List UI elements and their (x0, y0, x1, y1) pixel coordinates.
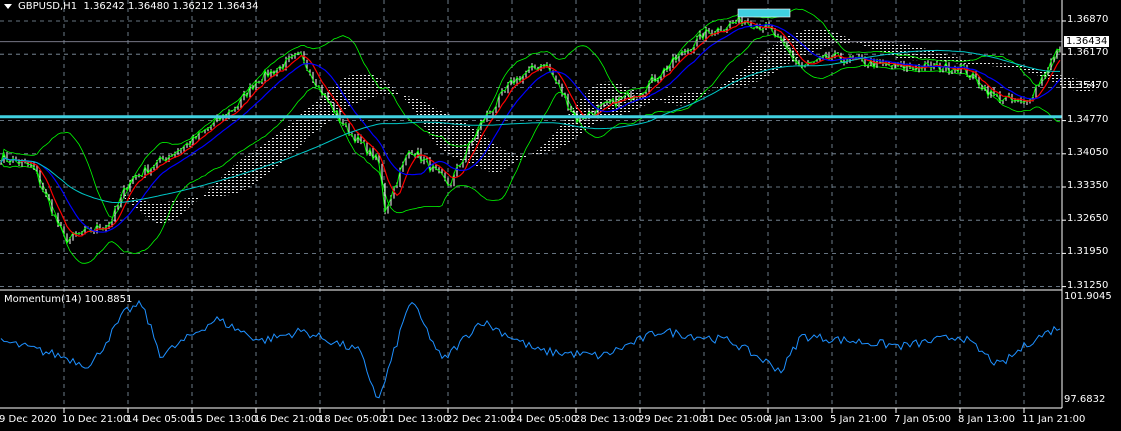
price-tick-label: 1.35470 (1067, 80, 1109, 92)
ma-slow-line (0, 49, 1060, 204)
price-tick-label: 1.36170 (1067, 47, 1109, 59)
time-tick-label: 22 Dec 21:00 (446, 414, 514, 425)
time-tick-label: 16 Dec 21:00 (254, 414, 322, 425)
high-price: 1.36480 (127, 1, 170, 12)
momentum-tick-label: 97.6832 (1064, 394, 1106, 405)
time-tick-label: 5 Jan 21:00 (830, 414, 887, 425)
time-tick-label: 8 Jan 13:00 (958, 414, 1015, 425)
time-tick-label: 4 Jan 13:00 (766, 414, 823, 425)
time-tick-label: 9 Dec 2020 (0, 414, 57, 425)
time-tick-label: 31 Dec 05:00 (702, 414, 770, 425)
price-tick-label: 1.36870 (1067, 14, 1109, 25)
price-tick-label: 1.34050 (1067, 146, 1109, 158)
current-price-label: 1.36434 (1064, 36, 1110, 47)
menu-triangle-icon[interactable] (4, 3, 12, 9)
close-price: 1.36434 (217, 1, 259, 12)
symbol-label: GBPUSD,H1 (18, 1, 78, 12)
time-tick-label: 15 Dec 13:00 (190, 414, 258, 425)
price-chart[interactable] (0, 0, 1121, 431)
chart-header: GBPUSD,H1 1.36242 1.36480 1.36212 1.3643… (4, 1, 258, 12)
time-tick-label: 29 Dec 21:00 (638, 414, 706, 425)
momentum-line (0, 299, 1061, 399)
open-price: 1.36242 (83, 1, 125, 12)
bollinger-lower-line (0, 34, 1061, 264)
momentum-label: Momentum(14) 100.8851 (4, 294, 133, 305)
time-tick-label: 18 Dec 05:00 (318, 414, 386, 425)
momentum-tick-label: 101.9045 (1064, 291, 1112, 302)
time-tick-label: 11 Jan 21:00 (1022, 414, 1086, 425)
time-tick-label: 21 Dec 13:00 (382, 414, 450, 425)
price-tick-label: 1.33350 (1067, 180, 1109, 191)
price-tick-label: 1.31250 (1067, 279, 1109, 291)
bollinger-upper-line (0, 8, 1061, 218)
price-tick-label: 1.34770 (1067, 113, 1109, 125)
time-tick-label: 28 Dec 13:00 (574, 414, 642, 425)
price-tick-label: 1.32650 (1067, 213, 1109, 225)
time-tick-label: 7 Jan 05:00 (894, 414, 951, 425)
low-price: 1.36212 (172, 1, 214, 12)
time-tick-label: 24 Dec 05:00 (510, 414, 578, 425)
time-tick-label: 10 Dec 21:00 (62, 414, 130, 425)
price-tick-label: 1.31950 (1067, 246, 1109, 258)
selection-rectangle (737, 8, 791, 18)
time-tick-label: 14 Dec 05:00 (126, 414, 194, 425)
